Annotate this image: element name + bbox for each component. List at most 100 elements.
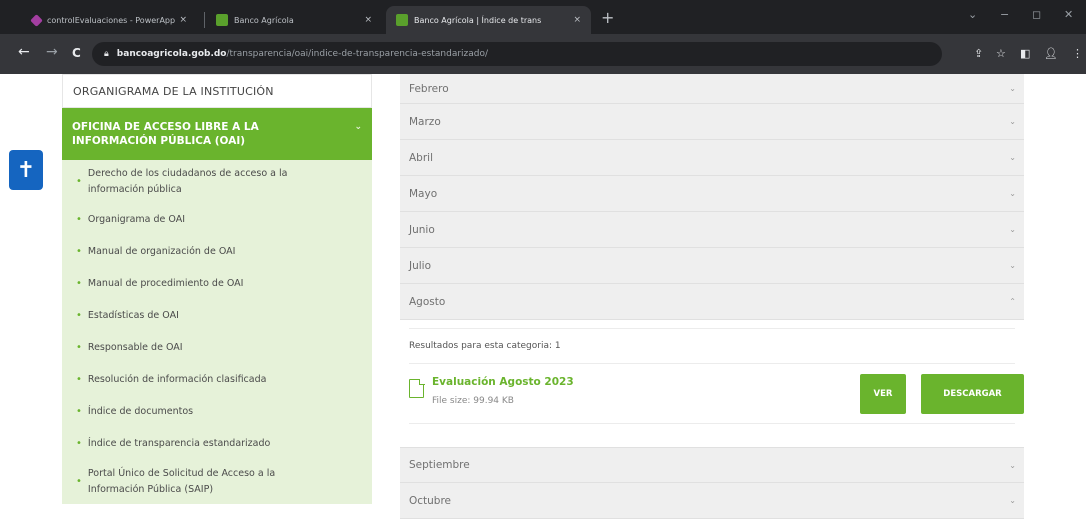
document-row: Evaluación Agosto 2023 File size: 99.94 …: [409, 364, 1024, 424]
profile-icon[interactable]: 👤︎: [1044, 47, 1058, 60]
sidebar-subitem-label: Índice de documentos: [87, 406, 194, 417]
tab-close-icon[interactable]: ×: [573, 15, 581, 25]
sidebar-item-organigrama[interactable]: ORGANIGRAMA DE LA INSTITUCIÓN: [62, 74, 372, 108]
accordion-item-agosto[interactable]: Agosto ⌃: [400, 284, 1024, 320]
sidebar-subitem-label: Índice de transparencia estandarizado: [87, 438, 271, 449]
bullet-icon: •: [76, 176, 82, 187]
accordion-item-febrero[interactable]: Febrero ⌄: [400, 74, 1024, 104]
download-button[interactable]: DESCARGAR: [921, 374, 1024, 414]
document-icon: [409, 378, 425, 398]
tab-close-icon[interactable]: ×: [179, 15, 187, 25]
chevron-down-icon: ⌄: [1009, 225, 1016, 234]
sidebar-subitem[interactable]: • Organigrama de OAI: [62, 204, 372, 236]
chevron-down-icon: ⌄: [1009, 189, 1016, 198]
accordion-item-mayo[interactable]: Mayo ⌄: [400, 176, 1024, 212]
results-count: Resultados para esta categoria: 1: [409, 328, 1015, 364]
bookmark-star-icon[interactable]: ☆: [996, 47, 1006, 60]
bullet-icon: •: [76, 374, 82, 385]
browser-toolbar: ← → C 🔒︎ bancoagricola.gob.do /transpare…: [0, 34, 1086, 74]
url-path: /transparencia/oai/indice-de-transparenc…: [226, 49, 489, 59]
accordion-item-junio[interactable]: Junio ⌄: [400, 212, 1024, 248]
minimize-icon[interactable]: −: [1000, 8, 1009, 21]
address-bar[interactable]: 🔒︎ bancoagricola.gob.do /transparencia/o…: [92, 42, 942, 66]
share-icon[interactable]: ⇪: [974, 47, 983, 60]
accordion-item-abril[interactable]: Abril ⌄: [400, 140, 1024, 176]
tab-indice-transparencia[interactable]: Banco Agrícola | Índice de trans ×: [386, 6, 591, 34]
bullet-icon: •: [76, 246, 82, 257]
sidebar-subitem-label: Derecho de los ciudadanos de acceso a la…: [87, 168, 288, 195]
sidebar-section-label: OFICINA DE ACCESO LIBRE A LA INFORMACIÓN…: [72, 121, 259, 147]
tab-separator: [204, 12, 205, 28]
bullet-icon: •: [76, 278, 82, 289]
chevron-down-icon: ⌄: [1009, 117, 1016, 126]
bullet-icon: •: [76, 406, 82, 417]
accordion-label: Octubre: [409, 494, 452, 507]
sidebar-subitem[interactable]: • Manual de organización de OAI: [62, 236, 372, 268]
page-viewport: ✝ ORGANIGRAMA DE LA INSTITUCIÓN OFICINA …: [0, 74, 1086, 520]
sidebar-subitem[interactable]: • Derecho de los ciudadanos de acceso a …: [62, 160, 372, 204]
accordion-label: Mayo: [409, 187, 438, 200]
chevron-down-icon: ⌄: [354, 122, 362, 132]
banco-agricola-favicon-icon: [216, 14, 228, 26]
accordion-panel-agosto: Resultados para esta categoria: 1 Evalua…: [400, 320, 1024, 447]
accordion-label: Junio: [409, 223, 435, 236]
sidebar-subitem[interactable]: • Índice de documentos: [62, 396, 372, 428]
view-button[interactable]: VER: [860, 374, 906, 414]
new-tab-icon[interactable]: +: [601, 8, 614, 27]
menu-icon[interactable]: ⋮: [1072, 47, 1083, 60]
bullet-icon: •: [76, 310, 82, 321]
accordion-label: Abril: [409, 151, 433, 164]
sidebar-subitem-label: Manual de organización de OAI: [87, 246, 236, 257]
tab-label: controlEvaluaciones - PowerApp: [47, 15, 176, 25]
sidebar-subitem-label: Manual de procedimiento de OAI: [87, 278, 244, 289]
accordion-item-septiembre[interactable]: Septiembre ⌄: [400, 447, 1024, 483]
accessibility-button[interactable]: ✝: [9, 150, 43, 190]
sidebar-subitem-label: Estadísticas de OAI: [87, 310, 179, 321]
window-close-icon[interactable]: ✕: [1064, 8, 1073, 21]
sidebar-section-oai[interactable]: OFICINA DE ACCESO LIBRE A LA INFORMACIÓN…: [62, 108, 372, 160]
document-title[interactable]: Evaluación Agosto 2023: [432, 376, 574, 388]
sidebar-subitem[interactable]: • Resolución de información clasificada: [62, 364, 372, 396]
tab-close-icon[interactable]: ×: [364, 15, 372, 25]
sidebar-item-label: ORGANIGRAMA DE LA INSTITUCIÓN: [73, 84, 274, 98]
tab-banco-agricola[interactable]: Banco Agrícola ×: [206, 6, 382, 34]
back-icon[interactable]: ←: [18, 44, 30, 60]
bullet-icon: •: [76, 214, 82, 225]
accordion-label: Agosto: [409, 295, 446, 308]
sidebar-subitem-label: Organigrama de OAI: [87, 214, 185, 225]
document-file-size: File size: 99.94 KB: [432, 396, 514, 406]
restore-icon[interactable]: ◻: [1032, 8, 1041, 21]
bullet-icon: •: [76, 342, 82, 353]
chevron-down-icon: ⌄: [1009, 460, 1016, 470]
accordion-label: Febrero: [409, 82, 449, 95]
accordion-label: Julio: [409, 259, 432, 272]
tab-search-icon[interactable]: ⌄: [968, 8, 977, 21]
side-panel-icon[interactable]: ◧: [1020, 47, 1030, 60]
sidebar-subitem[interactable]: • Manual de procedimiento de OAI: [62, 268, 372, 300]
accordion-item-octubre[interactable]: Octubre ⌄: [400, 483, 1024, 519]
sidebar-subitem[interactable]: • Responsable de OAI: [62, 332, 372, 364]
sidebar-subitem-label: Resolución de información clasificada: [87, 374, 267, 385]
sidebar-subitem[interactable]: • Índice de transparencia estandarizado: [62, 428, 372, 460]
accessibility-icon: ✝: [16, 157, 36, 183]
banco-agricola-favicon-icon: [396, 14, 408, 26]
accordion-item-julio[interactable]: Julio ⌄: [400, 248, 1024, 284]
chevron-down-icon: ⌄: [1009, 84, 1016, 93]
chevron-down-icon: ⌄: [1009, 261, 1016, 270]
reload-icon[interactable]: C: [72, 46, 81, 60]
bullet-icon: •: [76, 438, 82, 449]
accordion-item-marzo[interactable]: Marzo ⌄: [400, 104, 1024, 140]
bullet-icon: •: [76, 476, 82, 487]
sidebar-subitem[interactable]: • Portal Único de Solicitud de Acceso a …: [62, 460, 372, 504]
accordion-label: Septiembre: [409, 459, 470, 471]
sidebar-subitem[interactable]: • Estadísticas de OAI: [62, 300, 372, 332]
forward-icon[interactable]: →: [46, 44, 58, 60]
power-apps-icon: [30, 13, 43, 27]
tab-label: Banco Agrícola: [234, 15, 294, 25]
tab-power-apps[interactable]: controlEvaluaciones - PowerApp ×: [22, 6, 197, 34]
sidebar: ORGANIGRAMA DE LA INSTITUCIÓN OFICINA DE…: [62, 74, 372, 520]
sidebar-submenu: • Derecho de los ciudadanos de acceso a …: [62, 160, 372, 504]
accordion-label: Marzo: [409, 115, 441, 128]
chevron-up-icon: ⌃: [1009, 297, 1016, 306]
chevron-down-icon: ⌄: [1009, 153, 1016, 162]
